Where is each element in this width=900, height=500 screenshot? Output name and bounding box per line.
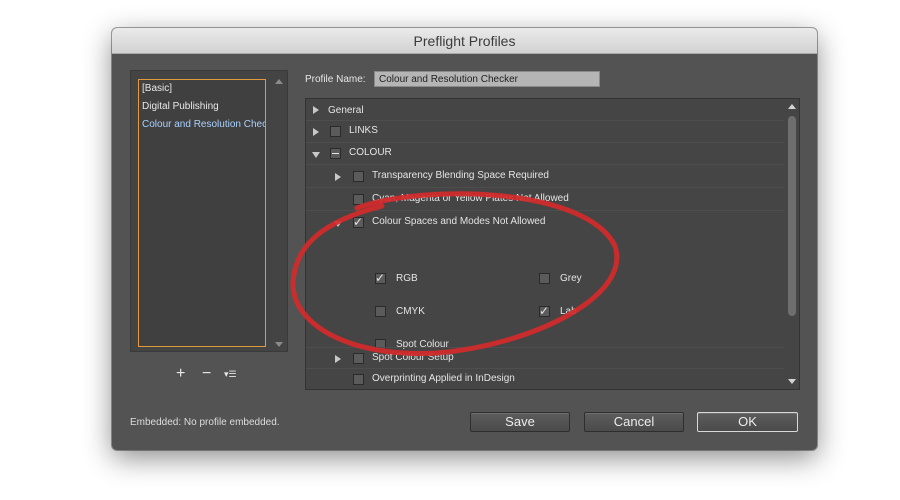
dialog-title: Preflight Profiles <box>112 28 817 54</box>
profiles-list[interactable]: [Basic] Digital Publishing Colour and Re… <box>138 79 266 347</box>
preflight-profiles-dialog: Preflight Profiles [Basic] Digital Publi… <box>112 28 817 450</box>
row-label-general: General <box>328 105 364 116</box>
profile-name-input[interactable] <box>374 71 600 87</box>
tree-row-colour[interactable]: COLOUR <box>306 143 784 165</box>
expand-arrow-icon[interactable] <box>313 106 319 114</box>
tree-row-general[interactable]: General <box>306 99 784 121</box>
save-button[interactable]: Save <box>470 412 570 432</box>
scroll-up-icon[interactable] <box>788 104 796 109</box>
profile-item-colour-resolution[interactable]: Colour and Resolution Chec <box>139 116 265 134</box>
scroll-thumb[interactable] <box>788 116 796 316</box>
scroll-up-icon[interactable] <box>275 79 283 84</box>
red-ellipse-annotation <box>290 191 620 356</box>
cancel-button[interactable]: Cancel <box>584 412 684 432</box>
add-profile-icon[interactable]: + <box>176 366 185 382</box>
row-label-overprinting: Overprinting Applied in InDesign <box>372 373 515 384</box>
profile-name-label: Profile Name: <box>305 74 366 85</box>
remove-profile-icon[interactable]: − <box>202 366 211 382</box>
scroll-down-icon[interactable] <box>275 342 283 347</box>
checkbox-transparency[interactable] <box>353 171 364 182</box>
checkbox-overprinting[interactable] <box>353 374 364 385</box>
expand-arrow-icon[interactable] <box>313 128 319 136</box>
profile-menu-icon[interactable]: ▾☰ <box>224 366 237 382</box>
ok-button[interactable]: OK <box>697 412 798 432</box>
mixed-state-icon <box>332 153 339 154</box>
scroll-down-icon[interactable] <box>788 379 796 384</box>
row-label-colour: COLOUR <box>349 147 392 158</box>
checkbox-colour[interactable] <box>330 148 341 159</box>
profiles-scrollbar[interactable] <box>273 79 285 347</box>
tree-row-transparency[interactable]: Transparency Blending Space Required <box>306 166 784 188</box>
embedded-status: Embedded: No profile embedded. <box>130 417 280 428</box>
profile-item-digital-publishing[interactable]: Digital Publishing <box>139 98 265 116</box>
tree-row-overprinting[interactable]: Overprinting Applied in InDesign <box>306 369 784 389</box>
expand-arrow-icon[interactable] <box>335 173 341 181</box>
profiles-panel: [Basic] Digital Publishing Colour and Re… <box>130 70 288 352</box>
tree-scrollbar[interactable] <box>786 100 798 388</box>
checkbox-links[interactable] <box>330 126 341 137</box>
tree-row-links[interactable]: LINKS <box>306 121 784 143</box>
profile-item-basic[interactable]: [Basic] <box>139 80 265 98</box>
collapse-arrow-icon[interactable] <box>312 152 320 158</box>
row-label-transparency: Transparency Blending Space Required <box>372 170 549 181</box>
row-label-links: LINKS <box>349 125 378 136</box>
